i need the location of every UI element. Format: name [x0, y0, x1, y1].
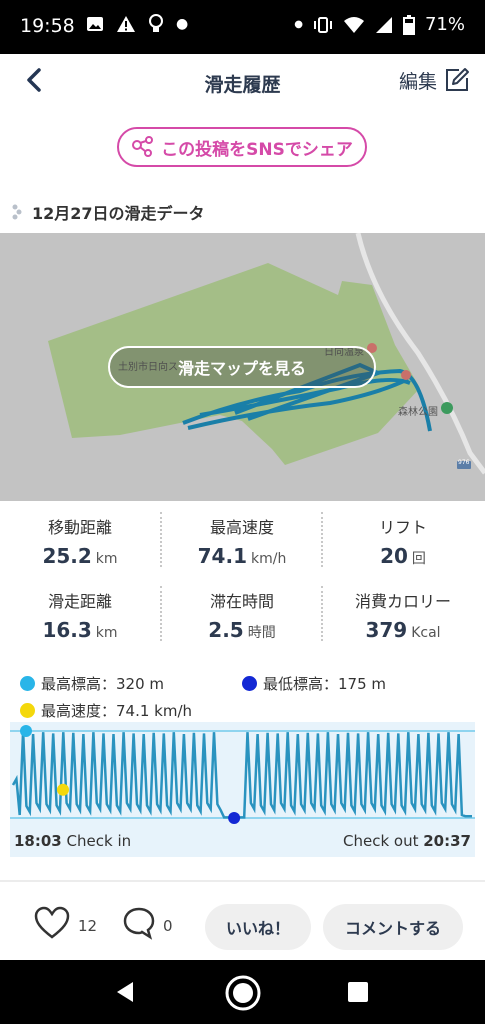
stat-value: 2.5: [208, 618, 244, 642]
dot-icon: ●: [294, 19, 303, 30]
stat-label: 消費カロリー: [354, 592, 451, 611]
divider: [321, 512, 323, 567]
vibrate-icon: [313, 16, 332, 33]
stat-ski-distance: 滑走距離 16.3 km: [0, 588, 160, 642]
edit-icon: [446, 68, 469, 91]
edit-label: 編集: [398, 70, 437, 93]
divider: [321, 586, 323, 641]
map-marker-icon: [401, 370, 411, 380]
stat-move-distance: 移動距離 25.2 km: [0, 514, 160, 568]
like-button[interactable]: いいね！: [205, 904, 311, 950]
home-nav-icon[interactable]: [224, 974, 262, 1012]
warning-icon: [117, 16, 135, 32]
stats-grid: 移動距離 25.2 km 最高速度 74.1 km/h リフト 20 回 滑走距離 1…: [0, 502, 485, 652]
check-out-label: Check out: [342, 832, 419, 850]
section-title: 12月27日の滑走データ: [32, 204, 205, 223]
view-map-button[interactable]: 滑走マップを見る: [108, 346, 376, 388]
stat-unit: Kcal: [411, 625, 441, 641]
like-count: 12: [78, 917, 98, 935]
stat-unit: km/h: [251, 551, 287, 567]
min-altitude-dot-icon: [242, 676, 257, 691]
wifi-icon: [343, 16, 364, 33]
recents-nav-icon[interactable]: [347, 981, 369, 1003]
dots-icon: [12, 204, 22, 220]
max-altitude-dot-icon: [20, 676, 35, 691]
min-altitude-marker: [228, 812, 241, 824]
legend-max-altitude: 最高標高：320 m: [20, 673, 164, 694]
divider: [160, 512, 162, 567]
comment-count: 0: [163, 917, 173, 935]
dot-icon: ●: [176, 16, 189, 32]
stat-value: 379: [365, 618, 408, 642]
stat-label: 滞在時間: [209, 592, 274, 611]
section-header: 12月27日の滑走データ: [12, 200, 205, 224]
check-in: 18:03 Check in: [14, 832, 131, 850]
signal-icon: [375, 16, 392, 33]
top-nav: 滑走履歴 編集: [0, 54, 485, 112]
stat-stay-time: 滞在時間 2.5 時間: [162, 588, 322, 642]
stat-label: リフト: [378, 518, 427, 537]
system-nav-bar: [0, 960, 485, 1024]
stat-calories: 消費カロリー 379 Kcal: [323, 588, 483, 642]
stat-value: 16.3: [42, 618, 92, 642]
stat-unit: km: [95, 625, 118, 641]
comment-button[interactable]: コメントする: [323, 904, 463, 950]
divider: [0, 880, 485, 882]
stat-unit: 回: [411, 551, 426, 567]
stat-label: 最高速度: [209, 518, 274, 537]
check-out-time: 20:37: [423, 832, 471, 850]
stat-value: 25.2: [42, 544, 92, 568]
share-sns-button[interactable]: この投稿をSNSでシェア: [117, 127, 367, 167]
check-in-label: Check in: [66, 832, 132, 850]
battery-percent: 71%: [424, 14, 465, 35]
check-out: Check out 20:37: [343, 832, 471, 850]
legend-max-speed: 最高速度：74.1 km/h: [20, 700, 192, 721]
share-label: この投稿をSNSでシェア: [161, 139, 353, 160]
stat-unit: km: [95, 551, 118, 567]
stat-label: 移動距離: [47, 518, 112, 537]
action-bar: 12 0 いいね！ コメントする: [0, 898, 485, 956]
divider: [160, 586, 162, 641]
stat-value: 74.1: [197, 544, 247, 568]
max-speed-dot-icon: [20, 703, 35, 718]
check-in-time: 18:03: [14, 832, 62, 850]
stat-max-speed: 最高速度 74.1 km/h: [162, 514, 322, 568]
legend-min-altitude: 最低標高：175 m: [242, 673, 386, 694]
map-label: 森林公園: [398, 407, 438, 418]
stat-label: 滑走距離: [47, 592, 112, 611]
share-icon: [132, 136, 154, 157]
status-bar: 19:58 ● ● 71%: [0, 0, 485, 54]
stat-lift: リフト 20 回: [323, 514, 483, 568]
image-notification-icon: [87, 17, 103, 31]
edit-button[interactable]: 編集: [399, 66, 471, 94]
map-label: 976: [458, 459, 470, 466]
stat-value: 20: [380, 544, 408, 568]
status-time: 19:58: [20, 15, 75, 37]
heart-icon[interactable]: [34, 906, 70, 940]
bulb-icon: [149, 14, 163, 32]
max-altitude-marker: [20, 725, 32, 737]
park-marker-icon: [441, 402, 453, 414]
comment-icon[interactable]: [122, 906, 156, 940]
battery-icon: [402, 14, 415, 35]
max-speed-marker: [57, 783, 69, 796]
stat-unit: 時間: [247, 625, 276, 641]
back-nav-icon[interactable]: [113, 980, 137, 1004]
